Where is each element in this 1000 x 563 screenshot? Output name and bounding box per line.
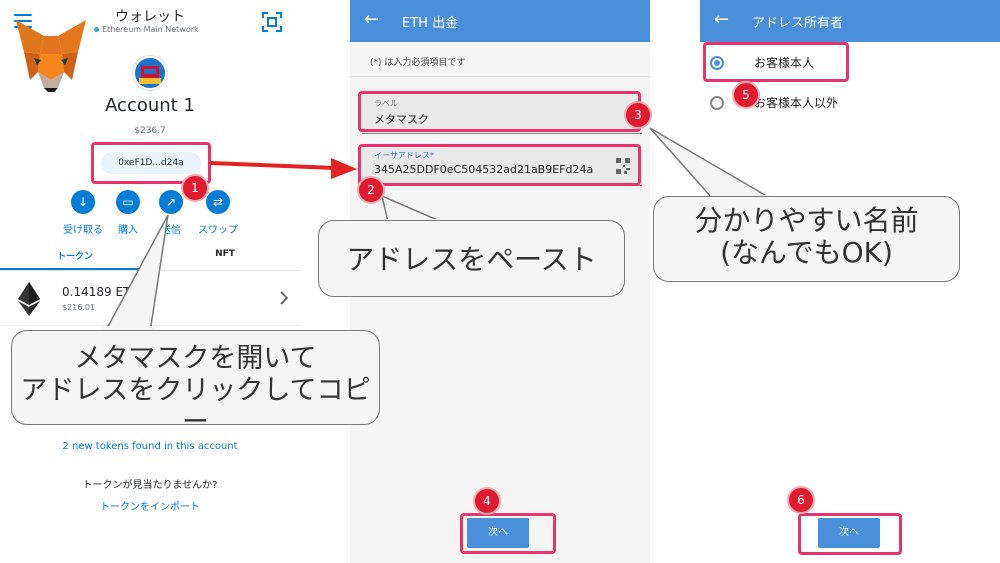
bubble-1-line-1: メタマスクを開いて xyxy=(74,343,317,374)
step-badge-4: 4 xyxy=(475,489,499,513)
bubble-1-line-2: アドレスをクリックしてコピー xyxy=(20,375,371,438)
instruction-bubble-paste: アドレスをペースト xyxy=(318,220,625,297)
step-badge-2: 2 xyxy=(359,178,383,202)
step-badge-1: 1 xyxy=(183,176,207,200)
step-badge-5: 5 xyxy=(734,83,758,107)
instruction-bubble-name: 分かりやすい名前 (なんでもOK) xyxy=(653,196,960,282)
bubble-3-line-2: (なんでもOK) xyxy=(720,236,893,269)
step-badge-3: 3 xyxy=(626,103,650,127)
instruction-bubble-copy: メタマスクを開いて アドレスをクリックしてコピー xyxy=(11,330,380,438)
step-badge-6: 6 xyxy=(789,488,813,512)
bubble-3-line-1: 分かりやすい名前 xyxy=(694,204,919,237)
